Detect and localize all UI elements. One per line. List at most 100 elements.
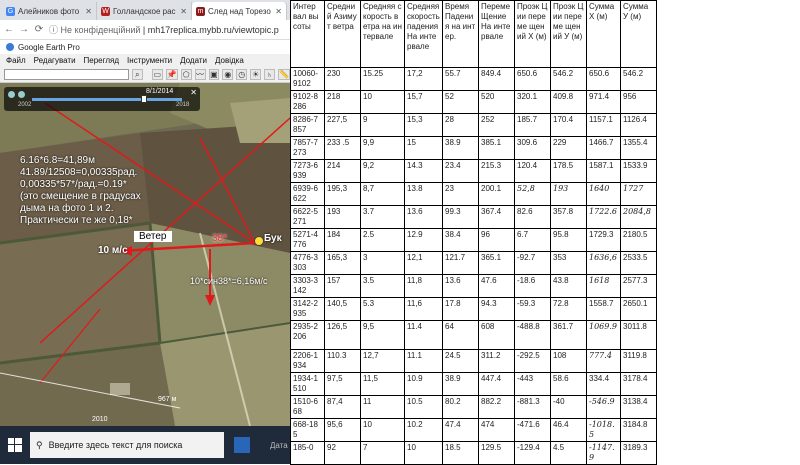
table-cell: 608 [478, 320, 515, 350]
search-icon[interactable]: ⌕ [131, 69, 143, 80]
overlay-icon[interactable]: ▣ [208, 69, 220, 80]
path-icon[interactable]: 〰 [194, 69, 206, 80]
table-cell: 121.7 [442, 251, 479, 275]
close-tab-icon[interactable]: ✕ [180, 7, 187, 16]
table-row: 4776-3303 165,3 3 12,1 121.7 365.1 -92.7 353 163… [290, 251, 657, 275]
wind-speed-label: 10 м/с [98, 245, 128, 256]
menu-add[interactable]: Додати [180, 56, 207, 65]
table-cell: 1157.1 [586, 113, 621, 137]
table-header-row: Интер вал высоты Средний Азимут ветра Ср… [290, 0, 657, 68]
menu-tools[interactable]: Інструменти [127, 56, 172, 65]
table-cell: 9,2 [360, 159, 405, 183]
menu-help[interactable]: Довідка [215, 56, 244, 65]
slider-knob[interactable] [141, 95, 147, 103]
table-cell: 367.4 [478, 205, 515, 229]
table-cell: 3.7 [360, 205, 405, 229]
menu-edit[interactable]: Редагувати [34, 56, 76, 65]
satellite-map[interactable]: 8/1/2014 2002 2018 ✕ 6.16*6.8=41,89м 41.… [0, 83, 290, 426]
close-tab-icon[interactable]: ✕ [275, 7, 282, 16]
polygon-icon[interactable]: ⬠ [180, 69, 192, 80]
windows-logo-icon [8, 438, 22, 452]
taskview-icon[interactable] [234, 437, 250, 453]
table-cell: 2935-2206 [290, 320, 325, 350]
table-cell: 474 [478, 418, 515, 442]
table-cell: 18.5 [442, 441, 479, 465]
table-cell: 72.8 [550, 297, 587, 321]
angle-label: 38* [212, 233, 228, 244]
table-cell: 8286-7857 [290, 113, 325, 137]
browser-tab-1[interactable]: G Алейников фото ✕ [2, 2, 97, 20]
table-cell: 3303-3142 [290, 274, 325, 298]
table-cell: 7857-7273 [290, 136, 325, 160]
forward-icon[interactable]: → [19, 24, 29, 35]
taskbar-search-placeholder: Введите здесь текст для поиска [48, 440, 183, 450]
placemark-icon[interactable]: 📌 [165, 69, 178, 80]
component-label: 10*син38*=6,16м/с [190, 276, 268, 286]
table-cell: 1729.3 [586, 228, 621, 252]
table-cell: 311.2 [478, 349, 515, 373]
sun-icon[interactable]: ☀ [250, 69, 262, 80]
table-cell: -18.6 [514, 274, 551, 298]
calc-line: 41.89/12508=0,00335рад. [20, 167, 138, 178]
table-cell: 9,9 [360, 136, 405, 160]
table-cell: 80.2 [442, 395, 479, 419]
table-cell: 334.4 [586, 372, 621, 396]
calculation-note: 6.16*6.8=41,89м 41.89/12508=0,00335рад. … [20, 155, 141, 227]
calc-line: Практически те же 0,18* [20, 215, 133, 226]
header-sum-y: Сумма У (м) [620, 0, 657, 68]
earth-title: Google Earth Pro [18, 42, 80, 52]
table-cell: 13.6 [404, 205, 443, 229]
tour-icon[interactable]: ◉ [222, 69, 234, 80]
slider-control-icon[interactable] [8, 91, 15, 98]
table-cell: 38.9 [442, 372, 479, 396]
sidebar-toggle-icon[interactable]: ▭ [151, 69, 163, 80]
slider-settings-icon[interactable] [18, 91, 25, 98]
table-cell: 12.9 [404, 228, 443, 252]
slider-track[interactable] [32, 98, 182, 101]
menu-file[interactable]: Файл [6, 56, 26, 65]
table-row: 668-185 95,6 10 10.2 47.4 474 -471.6 46.4 -1018.… [290, 418, 657, 442]
start-button[interactable] [0, 426, 30, 464]
browser-tab-2[interactable]: W Голландское рас ✕ [97, 2, 192, 20]
ruler-icon[interactable]: 📏 [278, 69, 290, 80]
table-cell: 2206-1934 [290, 349, 325, 373]
table-cell: 230 [324, 67, 361, 91]
back-icon[interactable]: ← [4, 24, 14, 35]
url-text: mh17replica.mybb.ru/viewtopic.p [147, 25, 279, 35]
table-cell: 193 [324, 205, 361, 229]
table-cell: 6.7 [514, 228, 551, 252]
google-favicon-icon: G [6, 6, 15, 16]
table-cell: 38.4 [442, 228, 479, 252]
close-slider-icon[interactable]: ✕ [190, 88, 197, 97]
menu-view[interactable]: Перегляд [84, 56, 120, 65]
history-clock-icon[interactable]: ◷ [236, 69, 248, 80]
table-cell: 2650.1 [620, 297, 657, 321]
table-cell: -59.3 [514, 297, 551, 321]
table-row: 7273-6939 214 9,2 14.3 23.4 215.3 120.4 178.5 15… [290, 159, 657, 183]
earth-menubar: Файл Редагувати Перегляд Інструменти Дод… [0, 54, 290, 67]
planets-icon[interactable]: ♄ [264, 69, 276, 80]
table-cell: 15 [404, 136, 443, 160]
table-cell: 120.4 [514, 159, 551, 183]
earth-titlebar: Google Earth Pro [0, 40, 290, 54]
browser-tab-3[interactable]: m След над Торезо ✕ [192, 2, 287, 20]
close-tab-icon[interactable]: ✕ [85, 7, 92, 16]
table-cell: 15,7 [404, 90, 443, 114]
table-cell: 309.6 [514, 136, 551, 160]
table-cell: 12,7 [360, 349, 405, 373]
buk-marker-icon[interactable] [254, 236, 264, 246]
earth-search-input[interactable] [4, 69, 129, 80]
table-cell: -92.7 [514, 251, 551, 275]
table-cell: 28 [442, 113, 479, 137]
table-cell: 4.5 [550, 441, 587, 465]
table-cell: 87,4 [324, 395, 361, 419]
buk-label: Бук [264, 233, 282, 244]
table-cell: 23 [442, 182, 479, 206]
reload-icon[interactable]: ⟳ [34, 24, 44, 35]
table-cell: 2084,8 [620, 205, 657, 229]
taskbar-search-input[interactable]: ⚲ Введите здесь текст для поиска [30, 432, 224, 458]
table-cell: -1018.5 [586, 418, 621, 442]
url-field[interactable]: ⓘ Не конфіденційний | mh17replica.mybb.r… [49, 23, 286, 36]
table-cell: 46.4 [550, 418, 587, 442]
historical-imagery-slider[interactable]: 8/1/2014 2002 2018 ✕ [4, 87, 200, 111]
